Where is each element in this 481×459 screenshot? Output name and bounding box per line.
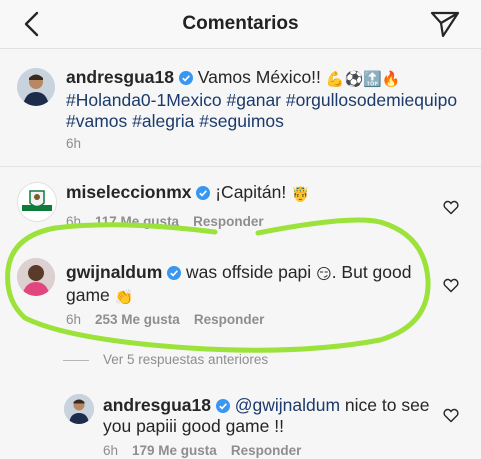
top-bar: Comentarios xyxy=(0,0,481,49)
comment-gwijnaldum: gwijnaldum was offside papi 😏. But good … xyxy=(66,262,436,308)
view-replies-label: Ver 5 respuestas anteriores xyxy=(103,352,269,367)
verified-badge-icon xyxy=(215,399,230,413)
comment-time: 6h xyxy=(66,312,82,327)
comment-username[interactable]: miseleccionmx xyxy=(66,182,191,202)
post-avatar[interactable] xyxy=(17,68,55,106)
top-arrow-emoji: 🔝 xyxy=(363,71,382,88)
reply-avatar[interactable] xyxy=(64,394,94,424)
gwijnaldum-avatar[interactable] xyxy=(17,258,55,296)
comment-miseleccionmx: miseleccionmx ¡Capitán! 🤴 xyxy=(66,182,310,205)
reply-username[interactable]: andresgua18 xyxy=(103,395,211,415)
post-caption: andresgua18 Vamos México!! 💪⚽🔝🔥 #Holanda… xyxy=(66,67,471,132)
replies-line xyxy=(63,359,89,361)
miseleccionmx-avatar[interactable] xyxy=(17,182,57,222)
comment-text-part2: . But good xyxy=(331,262,412,282)
reply-likes[interactable]: 179 Me gusta xyxy=(132,443,217,458)
post-divider xyxy=(0,166,481,167)
comment-likes[interactable]: 117 Me gusta xyxy=(95,214,179,229)
reply-text-line1: nice to see xyxy=(344,395,430,415)
post-username[interactable]: andresgua18 xyxy=(66,67,174,87)
comment-text-line2: game xyxy=(66,285,110,305)
reply-button[interactable]: Responder xyxy=(193,214,264,229)
reply-comment: andresgua18 @gwijnaldum nice to see you … xyxy=(103,395,443,437)
reply-time: 6h xyxy=(103,443,119,458)
like-heart-icon[interactable] xyxy=(443,278,459,293)
reply-text-line2: you papiii good game !! xyxy=(103,416,284,436)
comment-likes[interactable]: 253 Me gusta xyxy=(95,312,180,327)
page-title: Comentarios xyxy=(182,13,299,34)
reply-button[interactable]: Responder xyxy=(194,312,265,327)
muscle-emoji: 💪 xyxy=(325,71,345,88)
reply-button[interactable]: Responder xyxy=(231,443,302,458)
verified-badge-icon xyxy=(178,71,193,85)
comment-text: ¡Capitán! xyxy=(215,182,287,202)
comment-meta: 6h 117 Me gusta Responder xyxy=(66,214,264,229)
post-time: 6h xyxy=(66,136,82,151)
reply-meta: 6h 179 Me gusta Responder xyxy=(103,443,301,458)
prince-emoji: 🤴 xyxy=(291,186,310,203)
comment-time: 6h xyxy=(66,214,82,229)
verified-badge-icon xyxy=(196,186,211,200)
like-heart-icon[interactable] xyxy=(443,200,459,215)
like-heart-icon[interactable] xyxy=(443,408,459,423)
clapping-emoji: 👏 xyxy=(114,289,134,306)
soccer-ball-emoji: ⚽ xyxy=(344,71,364,88)
view-previous-replies[interactable]: Ver 5 respuestas anteriores xyxy=(63,352,268,367)
post-hashtags-line2[interactable]: #vamos #alegria #seguimos xyxy=(66,111,284,131)
comment-text-part1: was offside papi xyxy=(186,262,312,282)
reply-mention[interactable]: @gwijnaldum xyxy=(235,395,340,415)
post-hashtags-line1[interactable]: #Holanda0-1Mexico #ganar #orgullosodemie… xyxy=(66,90,457,110)
verified-badge-icon xyxy=(167,266,182,280)
fire-emoji: 🔥 xyxy=(381,71,401,88)
direct-send-icon[interactable] xyxy=(430,10,460,38)
smirk-emoji: 😏 xyxy=(316,266,332,283)
comment-meta: 6h 253 Me gusta Responder xyxy=(66,312,264,327)
post-caption-text: Vamos México!! xyxy=(197,67,321,87)
comment-username[interactable]: gwijnaldum xyxy=(66,262,162,282)
